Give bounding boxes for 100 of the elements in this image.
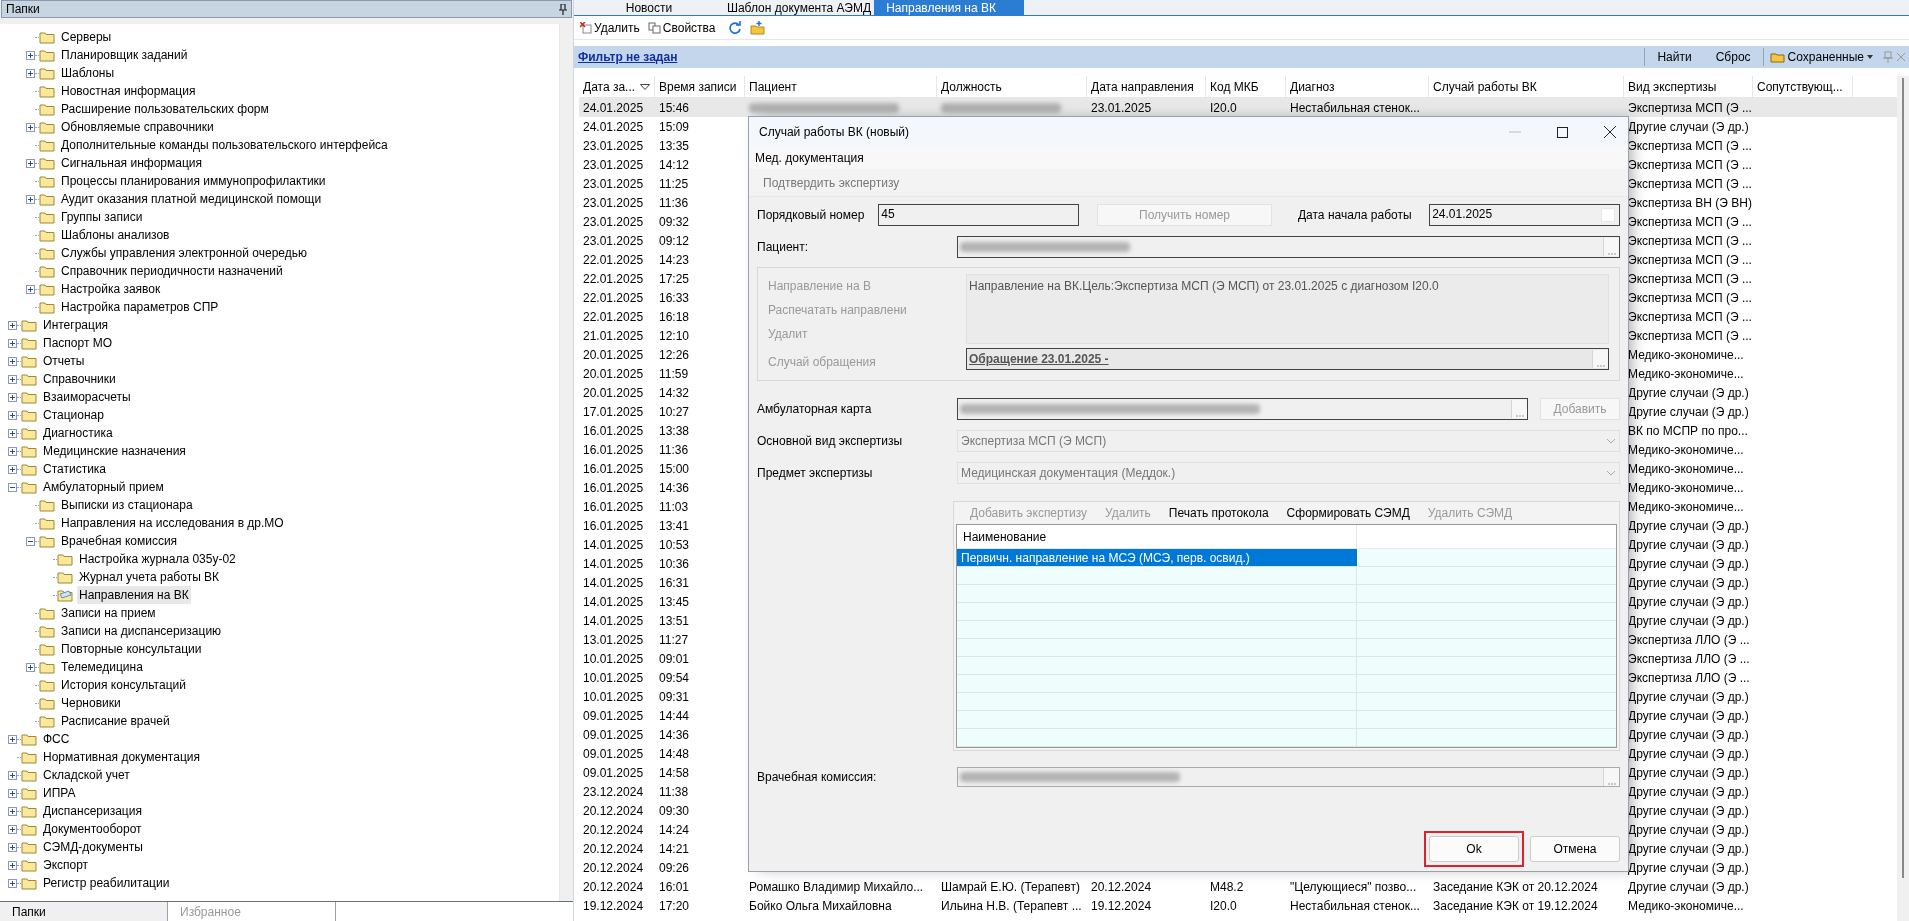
tree-item[interactable]: Статистика <box>41 460 109 478</box>
tree-item[interactable]: Расписание врачей <box>59 712 172 730</box>
expand-icon[interactable] <box>26 284 35 294</box>
tree-item[interactable]: Черновики <box>59 694 123 712</box>
tree-item[interactable]: Диагностика <box>41 424 115 442</box>
properties-button[interactable]: Свойства <box>645 18 718 37</box>
tree-item[interactable]: Экспорт <box>41 856 91 874</box>
panel-toolbar-button[interactable]: Печать протокола <box>1168 504 1269 522</box>
expand-icon[interactable] <box>8 428 17 438</box>
tree-item[interactable]: Настройка параметров СПР <box>59 298 221 316</box>
find-button[interactable]: Найти <box>1644 48 1704 66</box>
commission-field[interactable] <box>957 767 1620 787</box>
tree-item[interactable]: Новостная информация <box>59 82 198 100</box>
expand-icon[interactable] <box>8 824 17 834</box>
document-tab[interactable]: Новости <box>574 0 724 16</box>
confirm-expertise-button[interactable]: Подтвердить экспертизу <box>763 173 900 192</box>
expand-icon[interactable] <box>8 410 17 420</box>
tree-item[interactable]: Направления на исследования в др.МО <box>59 514 286 532</box>
tree-item[interactable]: Группы записи <box>59 208 145 226</box>
expand-icon[interactable] <box>26 122 35 132</box>
tree-item[interactable]: Шаблоны <box>59 64 117 82</box>
expand-icon[interactable] <box>8 770 17 780</box>
collapse-icon[interactable] <box>8 482 17 492</box>
expand-icon[interactable] <box>8 446 17 456</box>
tree-item[interactable]: Записи на прием <box>59 604 158 622</box>
expand-icon[interactable] <box>8 734 17 744</box>
tree-item[interactable]: Обновляемые справочники <box>59 118 216 136</box>
ok-button[interactable]: Ok <box>1429 836 1519 862</box>
tree-item[interactable]: Регистр реабилитации <box>41 874 172 892</box>
document-tab[interactable]: Направления на ВК <box>874 0 1024 16</box>
tree-item[interactable]: Расширение пользовательских форм <box>59 100 271 118</box>
menu-item[interactable]: Мед. документация <box>755 149 864 167</box>
tree-item[interactable]: Амбулаторный прием <box>41 478 166 496</box>
referral-text-area[interactable]: Направление на ВК.Цель:Экспертиза МСП (Э МСП) от 23.01.2025 с диагнозом I20.0 <box>966 274 1609 344</box>
expand-icon[interactable] <box>8 806 17 816</box>
tree-item[interactable]: Направления на ВК <box>77 586 191 604</box>
saved-filters-button[interactable]: Сохраненные <box>1762 48 1879 66</box>
serial-number-field[interactable]: 45 <box>878 204 1080 226</box>
tree-item[interactable]: Взаиморасчеты <box>41 388 133 406</box>
collapse-icon[interactable] <box>26 536 35 546</box>
document-tab[interactable]: Шаблон документа АЭМД <box>724 0 874 16</box>
tree-item[interactable]: Процессы планирования иммунопрофилактики <box>59 172 328 190</box>
tree-item[interactable]: Нормативная документация <box>41 748 202 766</box>
table-row[interactable]: 19.12.2024 17:20 Бойко Ольга Михайловна Ильина Н.В. (Терапевт ... 19.12.2024 I20.0 Нестабильная стенок... Заседание КЭК от 19.12.2024 Медико-экономиче... <box>579 896 1897 915</box>
table-row[interactable]: 24.01.2025 15:46 23.01.2025 I20.0 Нестабильная стенок... Экспертиза МСП (Э ... <box>579 98 1897 117</box>
refresh-icon[interactable] <box>727 20 742 35</box>
expand-icon[interactable] <box>26 662 35 672</box>
tree-item[interactable]: ИПРА <box>41 784 78 802</box>
tree-item[interactable]: Интеграция <box>41 316 111 334</box>
case-field[interactable]: Обращение 23.01.2025 - <box>966 348 1609 370</box>
tree-item[interactable]: Стационар <box>41 406 106 424</box>
scrollbar-thumb[interactable] <box>1902 78 1904 878</box>
tree-item[interactable]: Аудит оказания платной медицинской помощи <box>59 190 324 208</box>
tree-item[interactable]: Справочник периодичности назначений <box>59 262 285 280</box>
outpatient-card-field[interactable] <box>957 398 1528 420</box>
tree-item[interactable]: Сигнальная информация <box>59 154 204 172</box>
expand-icon[interactable] <box>8 464 17 474</box>
pin-icon[interactable] <box>559 3 567 15</box>
maximize-icon[interactable] <box>1557 126 1568 138</box>
tree-item[interactable]: Шаблоны анализов <box>59 226 172 244</box>
tree-item[interactable]: Повторные консультации <box>59 640 204 658</box>
tree-item[interactable]: Диспансеризация <box>41 802 144 820</box>
close-icon[interactable] <box>1604 126 1616 138</box>
tree-item[interactable]: Серверы <box>59 28 114 46</box>
tree-item[interactable]: Телемедицина <box>59 658 145 676</box>
delete-button[interactable]: Удалить <box>578 18 642 37</box>
tree-item[interactable]: СЭМД-документы <box>41 838 145 856</box>
case-link[interactable]: Обращение 23.01.2025 - <box>969 350 1109 368</box>
expand-icon[interactable] <box>8 338 17 348</box>
reset-button[interactable]: Сброс <box>1703 48 1763 66</box>
tree-item[interactable]: Отчеты <box>41 352 87 370</box>
expertise-subject-select[interactable]: Медицинская документация (Меддок.) <box>957 462 1620 484</box>
tree-item[interactable]: Паспорт МО <box>41 334 115 352</box>
tree-item[interactable]: Настройка журнала 035у-02 <box>77 550 238 568</box>
expand-icon[interactable] <box>26 194 35 204</box>
tree-item[interactable]: Планировщик заданий <box>59 46 190 64</box>
folder-icon[interactable] <box>749 20 765 35</box>
tree-item[interactable]: Дополнительные команды пользовательского интерфейса <box>59 136 390 154</box>
expand-icon[interactable] <box>26 158 35 168</box>
tree-item[interactable]: Справочники <box>41 370 118 388</box>
tree-item[interactable]: Документооборот <box>41 820 144 838</box>
expand-icon[interactable] <box>8 842 17 852</box>
tree-item[interactable]: Журнал учета работы ВК <box>77 568 222 586</box>
expand-icon[interactable] <box>8 392 17 402</box>
patient-field[interactable] <box>957 236 1620 258</box>
expand-icon[interactable] <box>8 374 17 384</box>
start-date-field[interactable]: 24.01.2025 <box>1429 204 1620 226</box>
tree-item[interactable]: Врачебная комиссия <box>59 532 180 550</box>
panel-tab[interactable]: Папки <box>0 902 168 921</box>
cancel-button[interactable]: Отмена <box>1530 836 1620 862</box>
expand-icon[interactable] <box>26 68 35 78</box>
expand-icon[interactable] <box>8 860 17 870</box>
tree-item[interactable]: История консультаций <box>59 676 188 694</box>
expand-icon[interactable] <box>8 320 17 330</box>
tree-item[interactable]: Складской учет <box>41 766 132 784</box>
table-row[interactable]: 20.12.2024 16:01 Ромашко Владимир Михайло... Шамрай Е.Ю. (Терапевт) 20.12.2024 M48.2 "Целующиеся" позво... Заседание КЭК от 20.12.2024 Другие случаи (Э др.) <box>579 877 1897 896</box>
tree-item[interactable]: Медицинские назначения <box>41 442 188 460</box>
panel-toolbar-button[interactable]: Сформировать СЭМД <box>1286 504 1410 522</box>
tree-item[interactable]: Записи на диспансеризацию <box>59 622 224 640</box>
expand-icon[interactable] <box>26 50 35 60</box>
